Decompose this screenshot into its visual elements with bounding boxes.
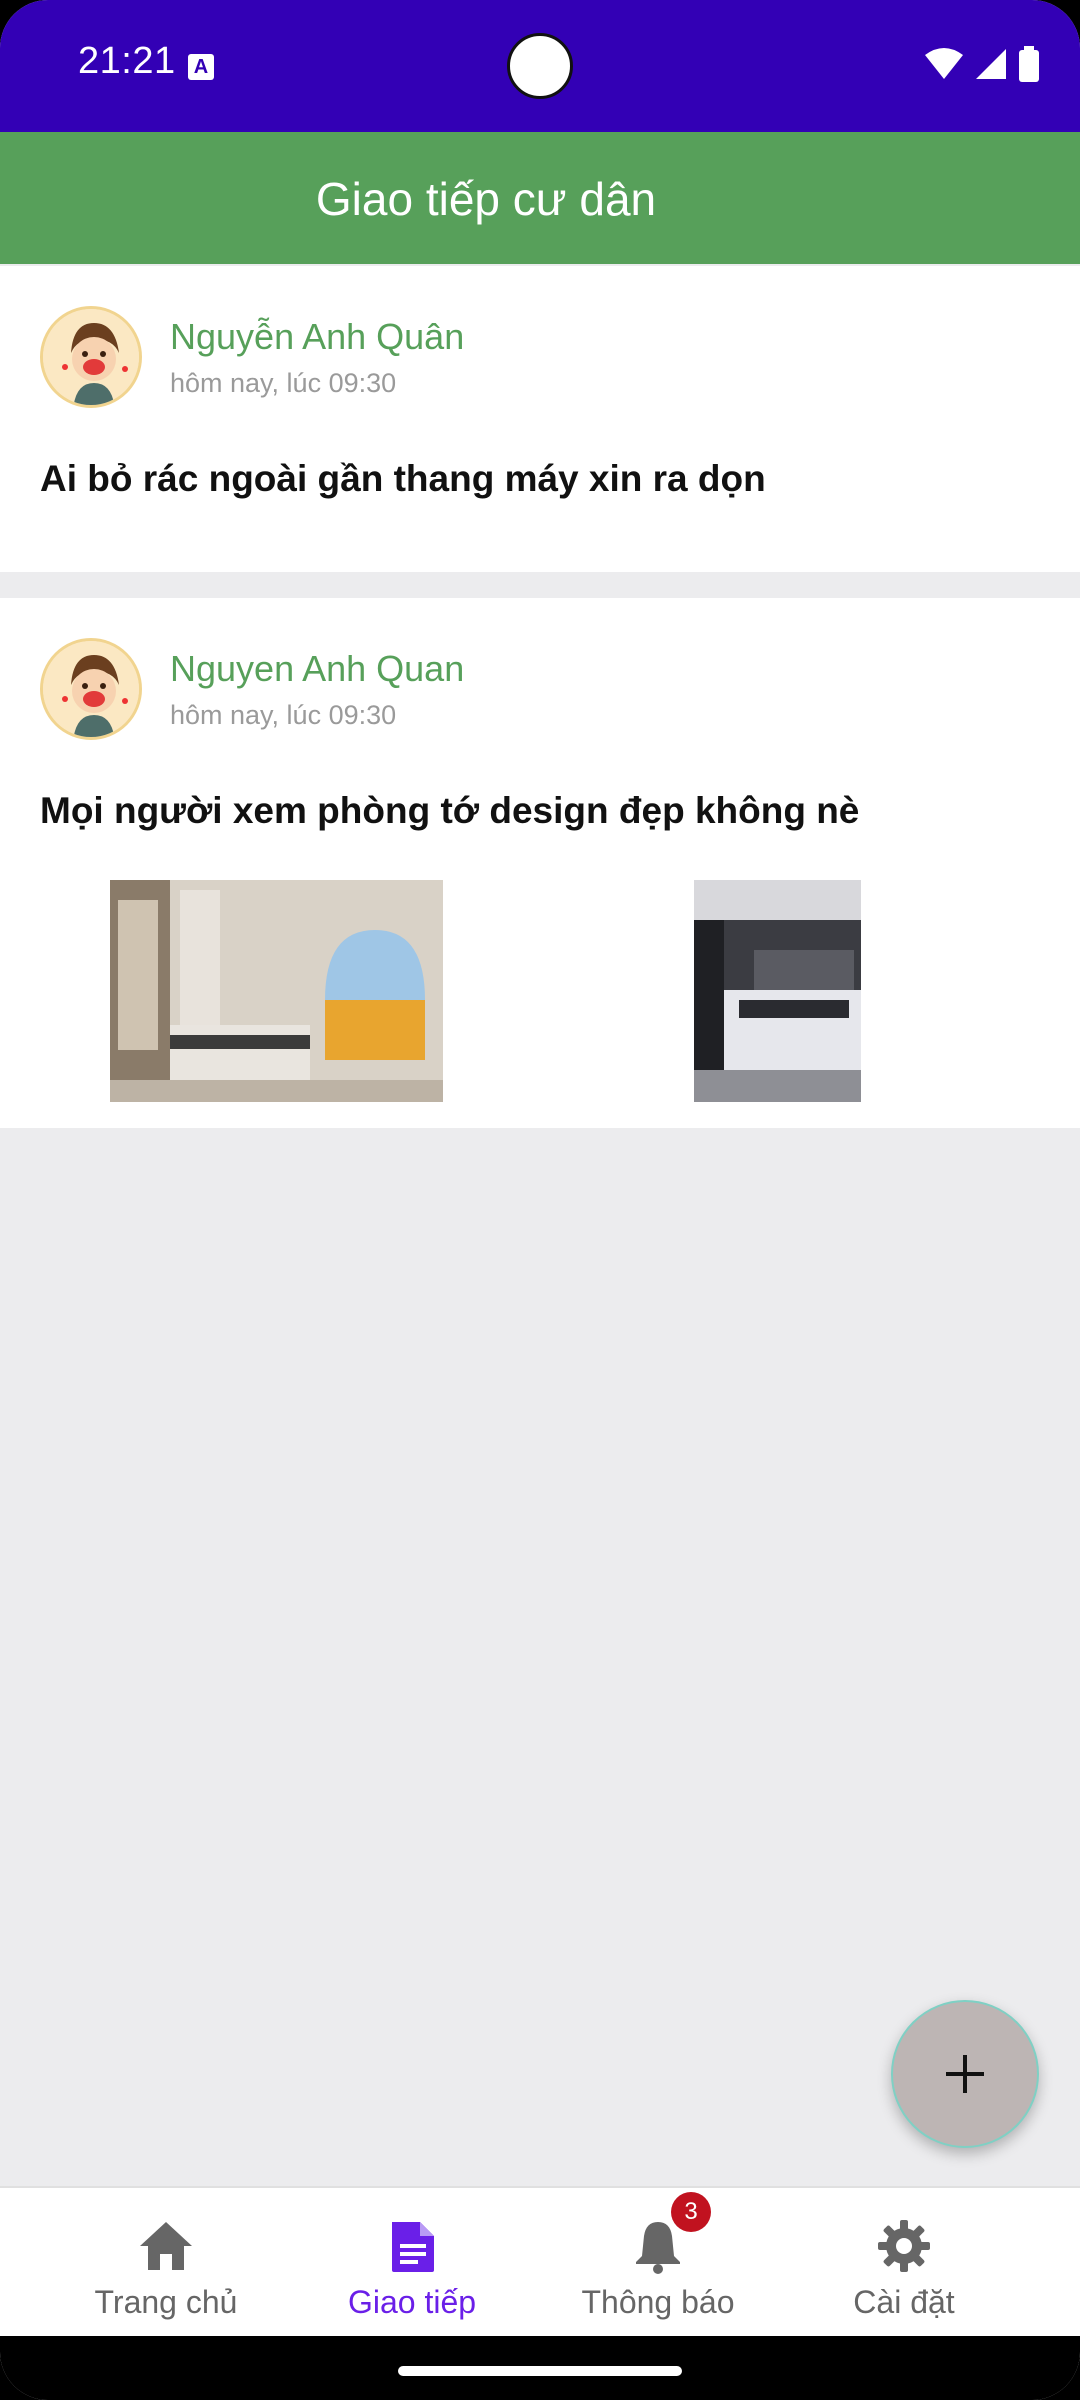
nav-label: Thông báo [581,2284,735,2320]
status-icons [924,46,1040,82]
app-bar: Giao tiếp cư dân [0,132,1080,264]
nav-label: Cài đặt [853,2284,955,2320]
nav-label: Giao tiếp [347,2284,477,2320]
nav-item-home[interactable]: Trang chủ [43,2188,289,2336]
battery-icon [1019,46,1039,82]
plus-icon [946,2055,984,2093]
status-time: 21:21 [78,40,176,82]
home-gesture-bar[interactable] [398,2366,682,2376]
post-card[interactable]: Nguyễn Anh Quân hôm nay, lúc 09:30 Ai bỏ… [0,266,1080,572]
post-author[interactable]: Nguyen Anh Quan [170,648,464,690]
post-time: hôm nay, lúc 09:30 [170,700,397,730]
nav-item-communication[interactable]: Giao tiếp [289,2188,535,2336]
post-image[interactable] [694,880,861,1102]
avatar-illustration [43,641,139,737]
camera-cutout [507,33,573,99]
add-post-button[interactable] [891,2000,1039,2148]
screen: 21:21 A Giao tiếp cư dân Nguyễn Anh Quân… [0,0,1080,2400]
nav-item-settings[interactable]: Cài đặt [781,2188,1027,2336]
nav-label: Trang chủ [94,2284,238,2320]
avatar[interactable] [40,638,142,740]
post-author[interactable]: Nguyễn Anh Quân [170,316,464,358]
bottom-navigation: Trang chủ Giao tiếp 3 Thông báo Cài đặt [0,2186,1080,2336]
nav-item-notifications[interactable]: 3 Thông báo [535,2188,781,2336]
wifi-icon [925,48,963,79]
post-image[interactable] [110,880,443,1102]
document-icon [392,2222,434,2272]
avatar-illustration [43,309,139,405]
keyboard-indicator-icon: A [188,54,214,80]
status-bar: 21:21 A [0,0,1080,132]
post-card[interactable]: Nguyen Anh Quan hôm nay, lúc 09:30 Mọi n… [0,598,1080,1128]
post-content: Ai bỏ rác ngoài gần thang máy xin ra dọn [40,458,766,499]
gesture-area [0,2336,1080,2400]
post-time: hôm nay, lúc 09:30 [170,368,397,398]
notification-badge: 3 [671,2192,711,2232]
avatar[interactable] [40,306,142,408]
signal-icon [976,49,1006,79]
home-icon [140,2222,192,2270]
post-content: Mọi người xem phòng tớ design đẹp không … [40,790,860,831]
page-title: Giao tiếp cư dân [315,173,657,225]
gear-icon [878,2220,930,2272]
